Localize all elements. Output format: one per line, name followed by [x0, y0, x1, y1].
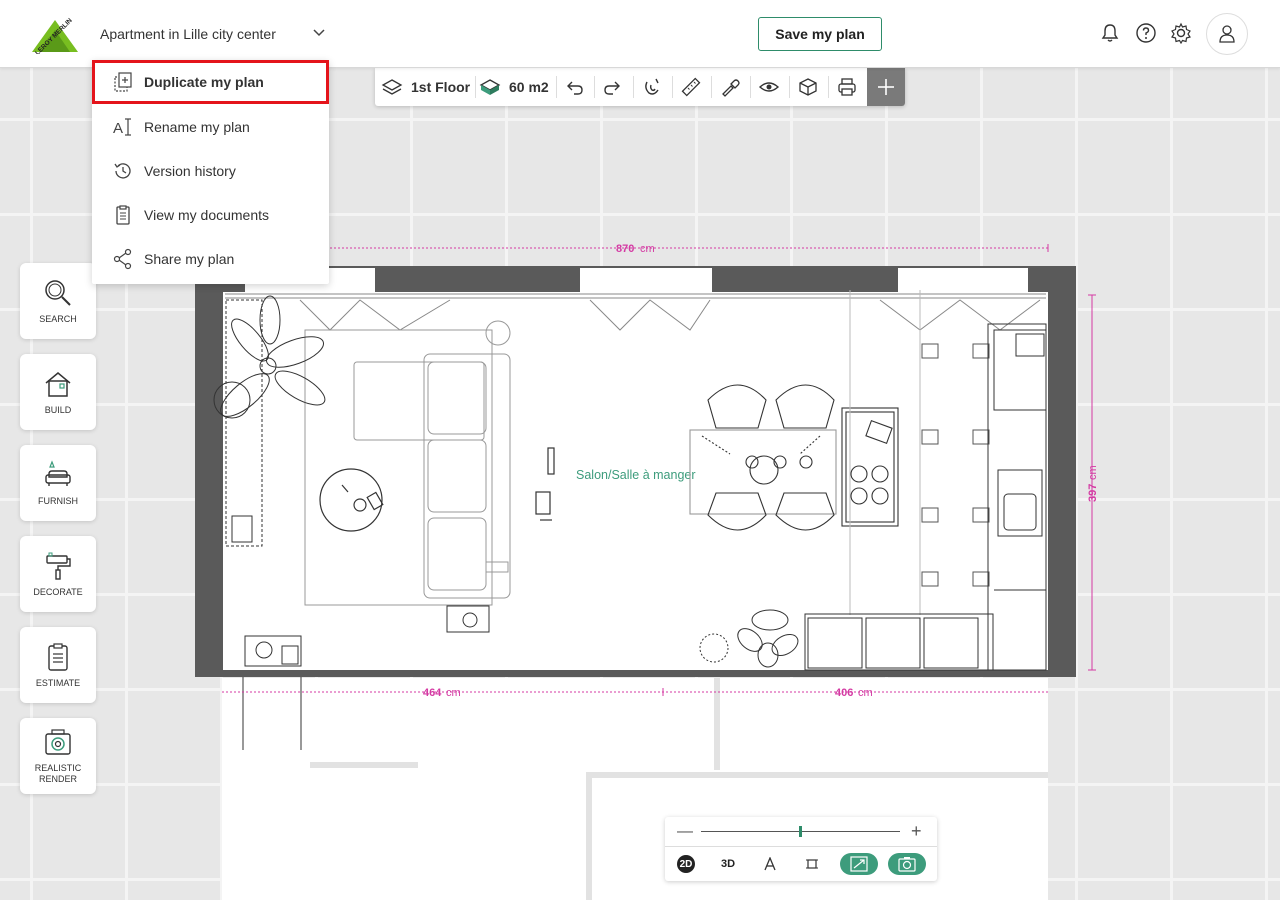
- sidebar-item-label: ESTIMATE: [35, 677, 81, 688]
- user-icon: [1219, 25, 1235, 43]
- menu-item-label: Rename my plan: [144, 119, 250, 135]
- floor-icon: [381, 79, 403, 95]
- rename-icon: A: [113, 118, 131, 137]
- history-icon: [114, 163, 131, 179]
- area-label: 60 m2: [509, 79, 549, 95]
- share-icon: [113, 248, 132, 270]
- sidebar-item-build[interactable]: BUILD: [20, 354, 96, 430]
- area-icon: [479, 79, 501, 95]
- printer-icon: [838, 78, 856, 96]
- zoom-row: — +: [665, 817, 937, 847]
- eye-icon: [758, 82, 780, 92]
- 3d-object-button[interactable]: [797, 68, 819, 106]
- menu-item-documents[interactable]: View my documents: [92, 193, 329, 237]
- floor-label: 1st Floor: [411, 79, 471, 95]
- plan-toolbar: 1st Floor 60 m2: [375, 68, 905, 106]
- view-controls: — + 2D 3D: [665, 817, 937, 881]
- menu-item-rename[interactable]: A Rename my plan: [92, 105, 329, 149]
- menu-item-label: Duplicate my plan: [144, 74, 264, 90]
- plus-icon: [878, 79, 894, 95]
- undo-button[interactable]: [563, 68, 585, 106]
- menu-item-share[interactable]: Share my plan: [92, 237, 329, 281]
- zoom-in-button[interactable]: +: [911, 821, 922, 842]
- dim-width-unit: cm: [640, 243, 655, 255]
- camera-icon: [45, 729, 71, 755]
- measure-button[interactable]: [680, 68, 702, 106]
- room-label: Salon/Salle à manger: [576, 468, 696, 482]
- zoom-slider-thumb[interactable]: [799, 826, 802, 837]
- sidebar-item-label: BUILD: [44, 404, 72, 415]
- frame-icon: [806, 859, 818, 869]
- dim-left-unit: cm: [446, 687, 461, 699]
- expand-view-button[interactable]: [840, 853, 878, 875]
- dim-height-unit: cm: [1087, 465, 1099, 480]
- eyedropper-icon: [722, 79, 740, 97]
- floor-selector[interactable]: 1st Floor: [381, 68, 470, 106]
- menu-item-duplicate[interactable]: Duplicate my plan: [92, 60, 329, 104]
- leroy-merlin-logo[interactable]: LEROY MERLIN: [30, 14, 80, 54]
- plan-options-menu: Duplicate my plan A Rename my plan Versi…: [92, 60, 329, 284]
- dim-width-value: 870: [616, 243, 634, 255]
- help-icon[interactable]: [1135, 22, 1157, 44]
- zoom-out-button[interactable]: —: [677, 823, 693, 841]
- dim-height-value: 397: [1087, 484, 1099, 502]
- redo-icon: [604, 81, 620, 95]
- print-button[interactable]: [836, 68, 858, 106]
- documents-icon: [116, 205, 130, 225]
- chevron-down-icon[interactable]: [312, 26, 326, 40]
- area-display[interactable]: 60 m2: [479, 68, 549, 106]
- sidebar-item-estimate[interactable]: ESTIMATE: [20, 627, 96, 703]
- user-avatar[interactable]: [1206, 13, 1248, 55]
- bell-icon[interactable]: [1099, 22, 1121, 44]
- dim-right-unit: cm: [858, 687, 873, 699]
- app-header: LEROY MERLIN Apartment in Lille city cen…: [0, 0, 1280, 68]
- walk-view-button[interactable]: [759, 853, 781, 875]
- sidebar-item-render[interactable]: REALISTIC RENDER: [20, 718, 96, 794]
- dim-right-value: 406: [835, 687, 853, 699]
- snapshot-button[interactable]: [888, 853, 926, 875]
- redo-button[interactable]: [602, 68, 624, 106]
- visibility-button[interactable]: [758, 68, 780, 106]
- sofa-icon: [45, 459, 71, 486]
- walk-icon: [764, 857, 776, 871]
- sidebar-item-label: SEARCH: [39, 313, 77, 324]
- sidebar-item-decorate[interactable]: DECORATE: [20, 536, 96, 612]
- view-2d-button[interactable]: 2D: [677, 855, 695, 873]
- view-3d-button[interactable]: 3D: [717, 853, 739, 875]
- menu-item-history[interactable]: Version history: [92, 149, 329, 193]
- menu-item-label: View my documents: [144, 207, 270, 223]
- ruler-icon: [681, 77, 701, 97]
- fit-view-button[interactable]: [801, 853, 823, 875]
- svg-text:A: A: [113, 120, 123, 137]
- sidebar-item-search[interactable]: SEARCH: [20, 263, 96, 339]
- camera-icon: [898, 857, 916, 872]
- paint-roller-icon: [46, 552, 71, 580]
- add-button[interactable]: [867, 68, 905, 106]
- sidebar-item-label: REALISTIC RENDER: [34, 763, 82, 784]
- eyedropper-button[interactable]: [719, 68, 741, 106]
- menu-item-label: Version history: [144, 163, 236, 179]
- sidebar-item-furnish[interactable]: FURNISH: [20, 445, 96, 521]
- cube-icon: [799, 78, 817, 96]
- save-plan-button[interactable]: Save my plan: [758, 17, 882, 51]
- undo-icon: [567, 81, 583, 95]
- dim-left-value: 464: [423, 687, 442, 699]
- clipboard-icon: [48, 642, 68, 671]
- search-icon: [45, 279, 71, 306]
- magnet-button[interactable]: [641, 68, 663, 106]
- magnet-icon: [645, 78, 659, 95]
- sidebar-item-label: FURNISH: [38, 495, 78, 506]
- duplicate-icon: [114, 72, 132, 92]
- plan-name[interactable]: Apartment in Lille city center: [100, 26, 276, 42]
- sidebar-item-label: DECORATE: [33, 586, 83, 597]
- menu-item-label: Share my plan: [144, 251, 235, 267]
- gear-icon[interactable]: [1170, 22, 1192, 44]
- expand-icon: [850, 856, 868, 872]
- house-icon: [45, 371, 71, 397]
